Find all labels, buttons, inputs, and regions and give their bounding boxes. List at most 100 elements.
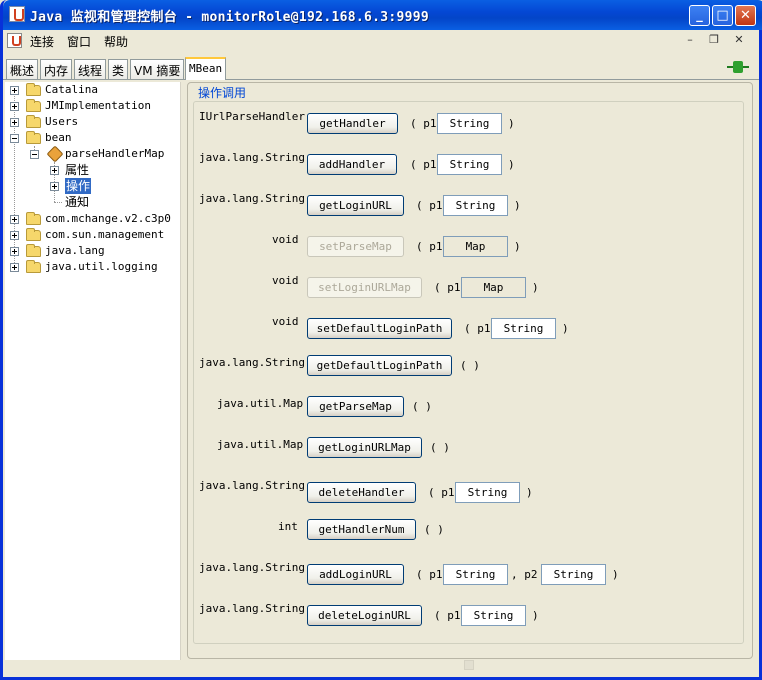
param-field[interactable]: String [455, 482, 520, 503]
return-type: void [272, 274, 299, 287]
operation-button-gethandlernum[interactable]: getHandlerNum [307, 519, 416, 540]
return-type: java.lang.String [199, 602, 305, 615]
param-open: ( p1 [416, 568, 443, 581]
empty-params: ( ) [424, 523, 444, 536]
expand-icon[interactable] [10, 118, 19, 127]
expand-icon[interactable] [50, 182, 59, 191]
operation-button-getloginurlmap[interactable]: getLoginURLMap [307, 437, 422, 458]
folder-icon [26, 115, 41, 128]
inner-close-button[interactable]: ✕ [730, 32, 748, 48]
collapse-icon[interactable] [30, 150, 39, 159]
tree-node-label: java.util.logging [45, 260, 158, 273]
return-type: void [272, 315, 299, 328]
param-field[interactable]: String [437, 113, 502, 134]
operation-button-getdefaultloginpath[interactable]: getDefaultLoginPath [307, 355, 452, 376]
mbean-tree: Catalina JMImplementation Users bean par… [5, 82, 181, 660]
param-close: ) [532, 281, 539, 294]
param-field[interactable]: String [443, 195, 508, 216]
tree-node-label: bean [45, 131, 72, 144]
open-folder-icon [26, 131, 41, 144]
return-type: IUrlParseHandler [199, 110, 305, 123]
param-field-p2[interactable]: String [541, 564, 606, 585]
return-type: int [278, 520, 298, 533]
operation-button-deletehandler[interactable]: deleteHandler [307, 482, 416, 503]
param-open: ( p1 [416, 199, 443, 212]
collapse-icon[interactable] [10, 134, 19, 143]
operation-button-getparsemap[interactable]: getParseMap [307, 396, 404, 417]
param-close: ) [508, 117, 515, 130]
expand-icon[interactable] [10, 215, 19, 224]
minimize-button[interactable]: _ [689, 5, 710, 26]
operation-button-getloginurl[interactable]: getLoginURL [307, 195, 404, 216]
param-field-p1[interactable]: String [443, 564, 508, 585]
param-field[interactable]: String [461, 605, 526, 626]
menu-connection[interactable]: 连接 [30, 33, 54, 50]
param-field[interactable]: Map [461, 277, 526, 298]
menu-help[interactable]: 帮助 [104, 33, 128, 50]
param-field[interactable]: Map [443, 236, 508, 257]
expand-icon[interactable] [10, 231, 19, 240]
expand-icon[interactable] [50, 166, 59, 175]
param-open: ( p1 [410, 117, 437, 130]
tree-node-label: java.lang [45, 244, 105, 257]
tab-overview[interactable]: 概述 [6, 59, 39, 79]
close-button[interactable]: ✕ [735, 5, 756, 26]
param-close: ) [562, 322, 569, 335]
return-type: java.util.Map [217, 397, 304, 410]
operations-group-title: 操作调用 [196, 84, 249, 101]
folder-icon [26, 260, 41, 273]
tree-node-label: Users [45, 115, 79, 128]
inner-minimize-button[interactable]: – [681, 32, 699, 48]
folder-icon [26, 99, 41, 112]
tab-vm-summary[interactable]: VM 摘要 [130, 59, 185, 79]
operation-button-addloginurl[interactable]: addLoginURL [307, 564, 404, 585]
inner-restore-button[interactable]: ❐ [705, 32, 723, 48]
window-title: Java 监视和管理控制台 - monitorRole@192.168.6.3:… [30, 10, 429, 25]
param-field[interactable]: String [491, 318, 556, 339]
param-close: ) [612, 568, 619, 581]
return-type: java.lang.String [199, 356, 305, 369]
expand-icon[interactable] [10, 86, 19, 95]
expand-icon[interactable] [10, 263, 19, 272]
mbean-icon [46, 145, 64, 163]
expand-icon[interactable] [10, 247, 19, 256]
empty-params: ( ) [460, 359, 480, 372]
operation-button-addhandler[interactable]: addHandler [307, 154, 397, 175]
param-open: ( p1 [464, 322, 491, 335]
folder-icon [26, 244, 41, 257]
tree-node-label: 操作 [65, 178, 92, 194]
tree-node-label: com.sun.management [45, 228, 165, 241]
java-menu-icon[interactable] [7, 33, 22, 48]
tree-node-label: parseHandlerMap [65, 147, 165, 160]
operation-button-gethandler[interactable]: getHandler [307, 113, 398, 134]
param-separator: , p2 [511, 568, 538, 581]
operation-button-deleteloginurl[interactable]: deleteLoginURL [307, 605, 422, 626]
tab-classes[interactable]: 类 [108, 59, 129, 79]
resize-grip-icon[interactable] [464, 660, 474, 670]
java-app-icon [9, 6, 25, 22]
param-close: ) [514, 240, 521, 253]
return-type: java.util.Map [217, 438, 304, 451]
tab-mbean[interactable]: MBean [185, 57, 227, 80]
operation-button-setdefaultloginpath[interactable]: setDefaultLoginPath [307, 318, 452, 339]
empty-params: ( ) [412, 400, 432, 413]
operation-button-setloginurlmap[interactable]: setLoginURLMap [307, 277, 422, 298]
tree-node-label: 通知 [65, 195, 90, 209]
param-open: ( p1 [434, 609, 461, 622]
menu-bar: 连接 窗口 帮助 – ❐ ✕ [3, 30, 759, 51]
operation-button-setparsemap[interactable]: setParseMap [307, 236, 404, 257]
tab-memory[interactable]: 内存 [40, 59, 73, 79]
maximize-button[interactable]: □ [712, 5, 733, 26]
menu-window[interactable]: 窗口 [67, 33, 91, 50]
tree-node-label: 属性 [65, 163, 90, 177]
expand-icon[interactable] [10, 102, 19, 111]
tab-threads[interactable]: 线程 [74, 59, 107, 79]
title-bar[interactable]: Java 监视和管理控制台 - monitorRole@192.168.6.3:… [3, 0, 762, 30]
param-close: ) [526, 486, 533, 499]
param-field[interactable]: String [437, 154, 502, 175]
param-open: ( p1 [416, 240, 443, 253]
status-area [186, 660, 753, 676]
folder-icon [26, 228, 41, 241]
tree-node-label: JMImplementation [45, 99, 151, 112]
connection-status-icon [727, 61, 749, 73]
